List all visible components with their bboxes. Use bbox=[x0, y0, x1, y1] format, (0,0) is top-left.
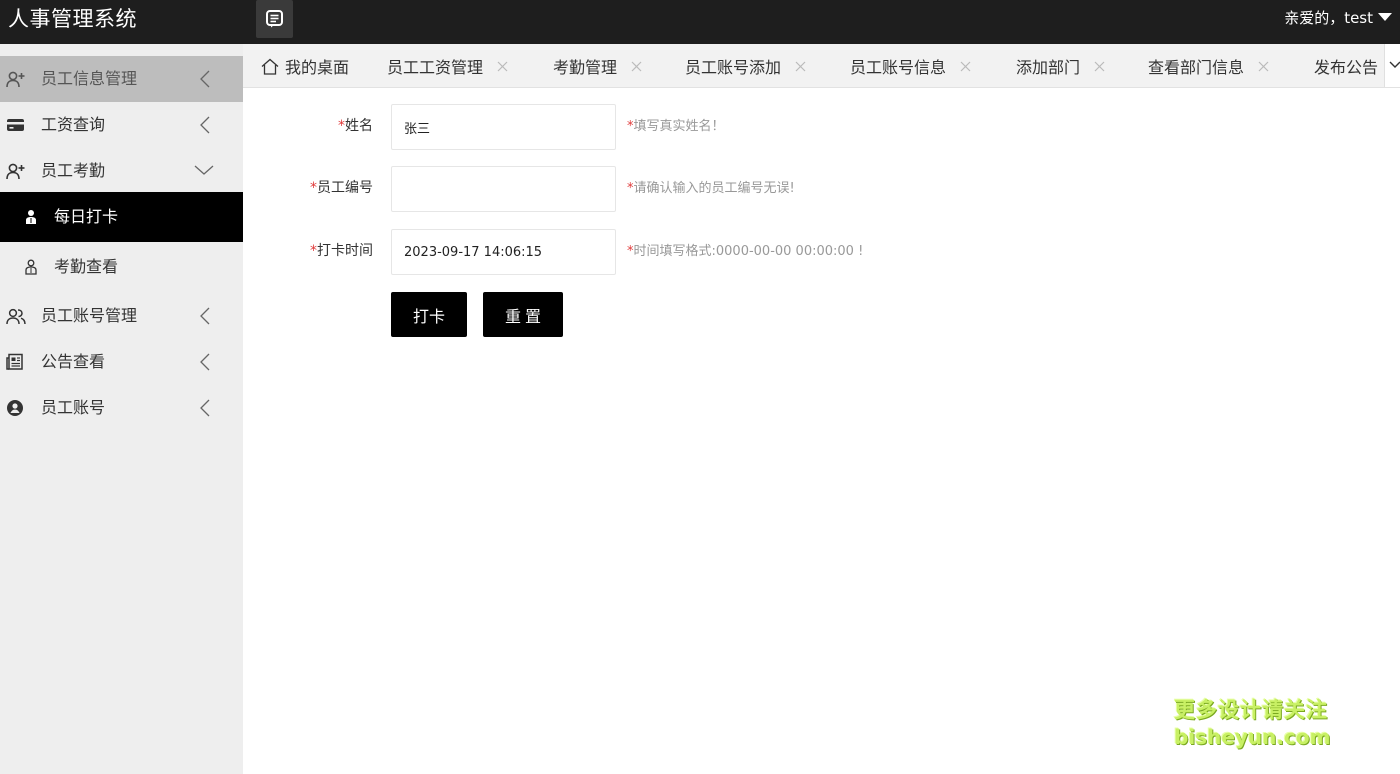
clock-in-button[interactable]: 打卡 bbox=[391, 292, 467, 337]
sidebar-item-label: 公告查看 bbox=[41, 352, 106, 371]
tab-label: 考勤管理 bbox=[553, 58, 618, 77]
tab-label: 员工工资管理 bbox=[387, 58, 484, 77]
employee-id-input[interactable] bbox=[391, 166, 616, 212]
clock-time-input[interactable] bbox=[391, 229, 616, 275]
clock-time-hint: *时间填写格式:0000-00-00 00:00:00 ! bbox=[627, 243, 863, 260]
sidebar-item-label: 员工账号 bbox=[41, 398, 106, 417]
chevron-left-icon bbox=[200, 116, 210, 134]
users-icon bbox=[6, 308, 26, 325]
person-icon bbox=[25, 259, 37, 275]
tab-account-info[interactable]: 员工账号信息 bbox=[850, 44, 971, 87]
credit-card-icon bbox=[7, 119, 24, 131]
sidebar-subitem-label: 每日打卡 bbox=[54, 207, 119, 226]
chevron-down-icon bbox=[194, 165, 214, 175]
employee-id-hint: *请确认输入的员工编号无误! bbox=[627, 180, 795, 197]
tab-account-add[interactable]: 员工账号添加 bbox=[685, 44, 806, 87]
sidebar-item-employee-info[interactable]: 员工信息管理 bbox=[0, 56, 243, 102]
form-row-clock-time: *打卡时间 *时间填写格式:0000-00-00 00:00:00 ! bbox=[243, 229, 943, 275]
close-icon[interactable] bbox=[497, 61, 508, 72]
chevron-left-icon bbox=[200, 70, 210, 88]
tab-department-info[interactable]: 查看部门信息 bbox=[1148, 44, 1269, 87]
sidebar-item-account-management[interactable]: 员工账号管理 bbox=[0, 293, 243, 339]
caret-down-icon bbox=[1378, 12, 1392, 21]
tab-label: 员工账号信息 bbox=[850, 58, 947, 77]
employee-id-hint-text: 请确认输入的员工编号无误! bbox=[633, 181, 795, 196]
newspaper-icon bbox=[6, 353, 23, 370]
close-icon[interactable] bbox=[1258, 61, 1269, 72]
close-icon[interactable] bbox=[631, 61, 642, 72]
chevron-left-icon bbox=[200, 399, 210, 417]
tab-publish-announcement[interactable]: 发布公告 bbox=[1314, 44, 1379, 87]
sidebar-item-label: 员工账号管理 bbox=[41, 306, 138, 325]
name-hint: *填写真实姓名！ bbox=[627, 118, 725, 135]
close-icon[interactable] bbox=[960, 61, 971, 72]
watermark: 更多设计请关注 bisheyun.com bbox=[1170, 697, 1335, 753]
required-mark: * bbox=[338, 118, 345, 134]
sidebar-item-announcements[interactable]: 公告查看 bbox=[0, 339, 243, 385]
menu-toggle-button[interactable] bbox=[256, 0, 293, 38]
sidebar-item-label: 员工信息管理 bbox=[41, 69, 138, 88]
user-menu[interactable]: 亲爱的，test bbox=[1284, 9, 1392, 27]
sidebar: 员工信息管理 工资查询 员工考勤 每日打卡 考勤查看 员工账号管理 公告查看 员… bbox=[0, 44, 243, 774]
watermark-line1: 更多设计请关注 bbox=[1174, 698, 1328, 722]
tab-bar: 我的桌面 员工工资管理 考勤管理 员工账号添加 员工账号信息 添加部门 查看部门… bbox=[243, 44, 1400, 88]
person-icon bbox=[26, 210, 36, 224]
required-mark: * bbox=[310, 243, 317, 259]
tab-label: 我的桌面 bbox=[285, 58, 350, 77]
list-icon bbox=[266, 10, 283, 28]
clock-time-label: *打卡时间 bbox=[310, 242, 373, 260]
chevron-left-icon bbox=[200, 353, 210, 371]
chevron-left-icon bbox=[200, 307, 210, 325]
sidebar-item-employee-account[interactable]: 员工账号 bbox=[0, 385, 243, 431]
close-icon[interactable] bbox=[1094, 61, 1105, 72]
tab-add-department[interactable]: 添加部门 bbox=[1016, 44, 1105, 87]
name-input[interactable] bbox=[391, 104, 616, 150]
clock-time-hint-text: 时间填写格式:0000-00-00 00:00:00 ! bbox=[633, 244, 864, 259]
sidebar-item-label: 员工考勤 bbox=[41, 161, 106, 180]
form-row-employee-id: *员工编号 *请确认输入的员工编号无误! bbox=[243, 166, 943, 212]
close-icon[interactable] bbox=[795, 61, 806, 72]
tab-attendance-management[interactable]: 考勤管理 bbox=[553, 44, 642, 87]
user-circle-icon bbox=[7, 400, 23, 416]
tab-scroll-button[interactable] bbox=[1384, 44, 1400, 87]
clock-time-label-text: 打卡时间 bbox=[317, 243, 373, 259]
sidebar-item-salary[interactable]: 工资查询 bbox=[0, 102, 243, 148]
watermark-line2: bisheyun.com bbox=[1174, 725, 1331, 749]
home-icon bbox=[261, 58, 279, 75]
name-label-text: 姓名 bbox=[345, 118, 373, 134]
tab-label: 员工账号添加 bbox=[685, 58, 782, 77]
employee-id-label-text: 员工编号 bbox=[317, 180, 373, 196]
user-plus-icon bbox=[6, 71, 25, 88]
chevron-down-icon bbox=[1389, 61, 1400, 68]
form-row-name: *姓名 *填写真实姓名！ bbox=[243, 104, 943, 150]
sidebar-subitem-attendance-view[interactable]: 考勤查看 bbox=[0, 242, 243, 292]
tab-label: 查看部门信息 bbox=[1148, 58, 1245, 77]
name-label: *姓名 bbox=[338, 117, 373, 135]
tab-my-desktop[interactable]: 我的桌面 bbox=[261, 44, 350, 87]
user-plus-icon bbox=[6, 163, 25, 180]
tab-salary-management[interactable]: 员工工资管理 bbox=[387, 44, 508, 87]
sidebar-item-label: 工资查询 bbox=[41, 115, 106, 134]
user-greeting: 亲爱的，test bbox=[1284, 9, 1373, 27]
reset-button[interactable]: 重置 bbox=[483, 292, 563, 337]
top-header: 人事管理系统 亲爱的，test bbox=[0, 0, 1400, 44]
required-mark: * bbox=[310, 180, 317, 196]
sidebar-subitem-daily-clockin[interactable]: 每日打卡 bbox=[0, 192, 243, 242]
tab-label: 添加部门 bbox=[1016, 58, 1081, 77]
name-hint-text: 填写真实姓名！ bbox=[633, 119, 725, 134]
sidebar-subitem-label: 考勤查看 bbox=[54, 257, 119, 276]
employee-id-label: *员工编号 bbox=[310, 179, 373, 197]
app-title: 人事管理系统 bbox=[8, 7, 137, 31]
sidebar-item-attendance[interactable]: 员工考勤 bbox=[0, 148, 243, 194]
tab-label: 发布公告 bbox=[1314, 58, 1379, 77]
